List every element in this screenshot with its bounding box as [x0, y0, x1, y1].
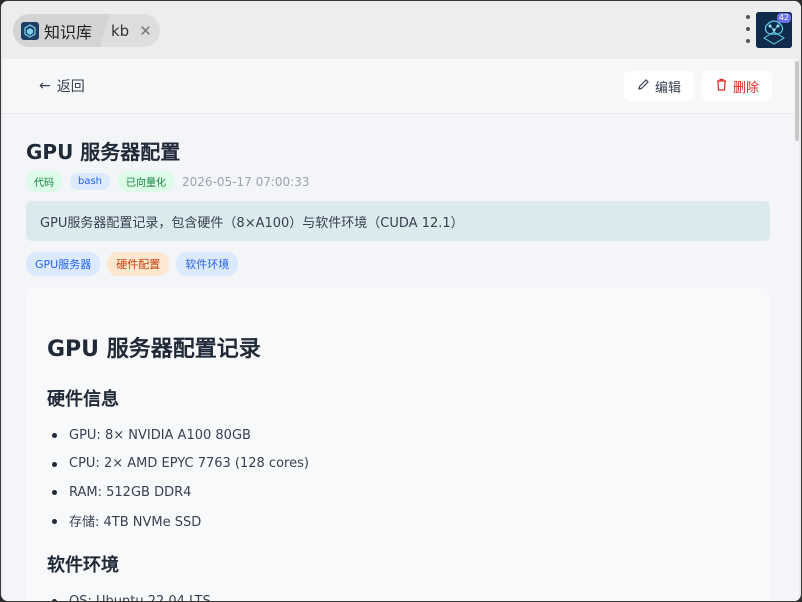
language-badge: bash — [70, 173, 111, 190]
list-item: CPU: 2× AMD EPYC 7763 (128 cores) — [47, 450, 749, 479]
back-button[interactable]: ← 返回 — [39, 76, 85, 96]
section-heading-software: 软件环境 — [47, 555, 119, 576]
app-window: 知识库 kb ✕ 42 ← 返回 编辑 删除 GPU 服务器配置 代码 bash… — [0, 0, 802, 602]
tab-knowledge-base[interactable]: 知识库 — [13, 14, 99, 47]
tag-gpu-server[interactable]: GPU服务器 — [26, 252, 101, 276]
delete-label: 删除 — [732, 80, 759, 96]
content-heading: GPU 服务器配置记录 — [47, 337, 261, 362]
notification-badge: 42 — [776, 13, 791, 23]
content-card: GPU 服务器配置记录 硬件信息 GPU: 8× NVIDIA A100 80G… — [26, 287, 770, 601]
timestamp: 2026-05-17 07:00:33 — [182, 174, 310, 189]
list-item: 存储: 4TB NVMe SSD — [47, 507, 749, 536]
meta-row: 代码 bash 已向量化 2026-05-17 07:00:33 — [26, 171, 309, 192]
delete-button[interactable]: 删除 — [702, 71, 772, 101]
type-badge: 代码 — [26, 171, 62, 192]
hardware-list: GPU: 8× NVIDIA A100 80GB CPU: 2× AMD EPY… — [47, 421, 749, 535]
tab-group: 知识库 kb ✕ — [13, 14, 160, 47]
knowledge-base-icon — [21, 21, 39, 40]
tag-list: GPU服务器 硬件配置 软件环境 — [26, 252, 245, 276]
main-content: ← 返回 编辑 删除 GPU 服务器配置 代码 bash 已向量化 2026-0… — [3, 59, 799, 601]
edit-button[interactable]: 编辑 — [624, 71, 694, 101]
detail-toolbar: ← 返回 编辑 删除 — [3, 59, 799, 141]
tab-bar: 知识库 kb ✕ 42 — [1, 1, 801, 59]
more-menu-icon[interactable] — [743, 15, 753, 43]
page-title: GPU 服务器配置 — [26, 140, 181, 164]
vector-status-badge: 已向量化 — [118, 171, 175, 192]
trash-icon — [715, 78, 728, 95]
app-logo[interactable]: 42 — [756, 12, 792, 48]
back-label: 返回 — [56, 79, 85, 95]
tab-label: 知识库 — [44, 22, 93, 42]
summary-box: GPU服务器配置记录，包含硬件（8×A100）与软件环境（CUDA 12.1） — [26, 201, 770, 241]
list-item: GPU: 8× NVIDIA A100 80GB — [47, 421, 749, 450]
close-icon[interactable]: ✕ — [139, 22, 152, 40]
section-heading-hardware: 硬件信息 — [47, 389, 119, 410]
software-list: OS: Ubuntu 22.04 LTS — [47, 587, 749, 601]
list-item: RAM: 512GB DDR4 — [47, 478, 749, 507]
pencil-icon — [637, 78, 650, 95]
list-item: OS: Ubuntu 22.04 LTS — [47, 587, 749, 601]
arrow-left-icon: ← — [39, 78, 51, 94]
tag-hardware-config[interactable]: 硬件配置 — [107, 252, 170, 276]
tag-software-env[interactable]: 软件环境 — [176, 252, 239, 276]
scrollbar[interactable] — [795, 61, 799, 141]
tab-label: kb — [111, 21, 130, 40]
edit-label: 编辑 — [654, 80, 681, 96]
